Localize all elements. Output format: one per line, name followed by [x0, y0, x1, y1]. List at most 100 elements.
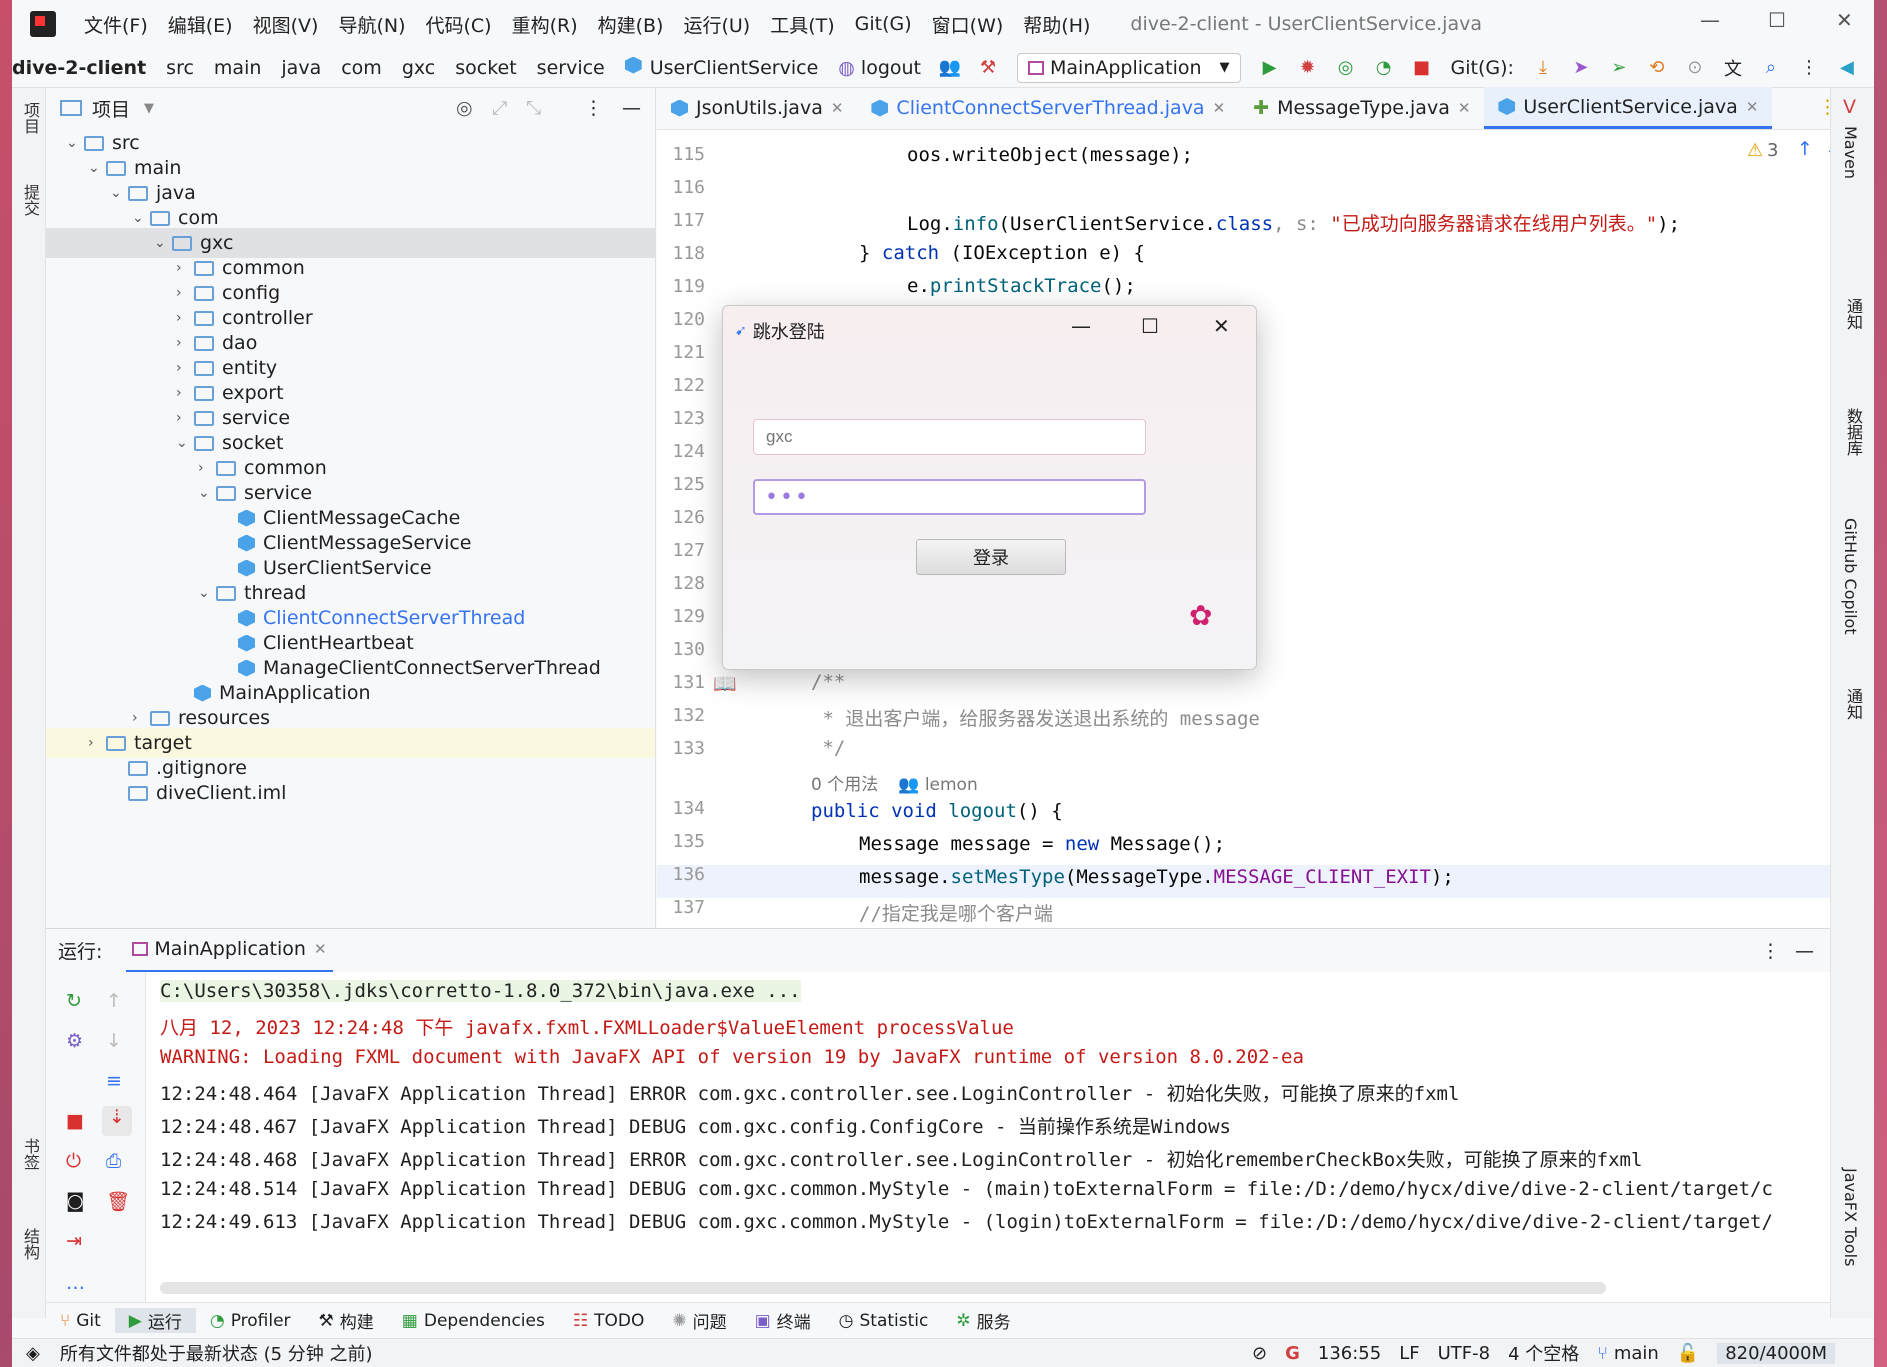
chevron-icon[interactable]: › — [198, 460, 216, 476]
menu-code[interactable]: 代码(C) — [415, 11, 501, 38]
stripe-maven[interactable]: Maven — [1841, 126, 1860, 179]
chevron-icon[interactable]: ⌄ — [66, 135, 84, 151]
chevron-icon[interactable]: › — [176, 335, 194, 351]
tool-tab-dependencies[interactable]: ▦ Dependencies — [388, 1311, 559, 1331]
gear-icon[interactable]: ⚙ — [66, 1030, 83, 1052]
more-icon[interactable]: ⋮ — [1798, 57, 1820, 79]
login-button[interactable]: 登录 — [916, 539, 1066, 575]
close-icon[interactable]: ✕ — [1213, 99, 1226, 117]
lock-icon[interactable]: 🔓 — [1677, 1343, 1699, 1364]
scroll-end-icon[interactable]: ⇣ — [102, 1106, 132, 1136]
username-input[interactable] — [753, 419, 1146, 455]
google-icon[interactable]: G — [1285, 1343, 1300, 1364]
menu-edit[interactable]: 编辑(E) — [158, 11, 243, 38]
caret-position[interactable]: 136:55 — [1318, 1343, 1381, 1364]
stop-icon[interactable]: ■ — [1411, 57, 1433, 79]
file-encoding[interactable]: UTF-8 — [1438, 1343, 1490, 1364]
project-panel-title[interactable]: 项目 — [92, 95, 130, 122]
close-icon[interactable]: ✕ — [314, 940, 327, 958]
close-icon[interactable]: ✕ — [1836, 8, 1853, 32]
chevron-icon[interactable]: ⌄ — [110, 185, 128, 201]
print-icon[interactable]: ⎙ — [106, 1150, 121, 1172]
chevron-icon[interactable]: ⌄ — [176, 435, 194, 451]
trash-icon[interactable]: 🗑 — [106, 1190, 130, 1213]
console-output[interactable]: C:\Users\30358\.jdks\corretto-1.8.0_372\… — [146, 972, 1830, 1302]
git-commit-icon[interactable]: ➢ — [1608, 57, 1630, 79]
breadcrumb-project[interactable]: dive-2-client — [12, 57, 156, 79]
breadcrumb-java[interactable]: java — [271, 57, 331, 79]
wrap-icon[interactable]: ≡ — [106, 1070, 122, 1092]
menu-build[interactable]: 构建(B) — [588, 11, 674, 38]
plug-icon[interactable]: ⏻ — [66, 1150, 81, 1172]
tab-jsonutils[interactable]: JsonUtils.java ✕ — [657, 87, 857, 129]
menu-git[interactable]: Git(G) — [845, 13, 922, 35]
tab-messagetype[interactable]: ✚ MessageType.java ✕ — [1239, 87, 1484, 129]
menu-run[interactable]: 运行(U) — [673, 11, 760, 38]
breadcrumb-method[interactable]: ◍ logout — [828, 57, 931, 79]
tab-userclientservice[interactable]: UserClientService.java ✕ — [1484, 87, 1773, 129]
chevron-icon[interactable]: › — [88, 735, 106, 751]
breadcrumb-gxc[interactable]: gxc — [392, 57, 445, 79]
stripe-notifications[interactable]: 通知 — [1841, 298, 1865, 330]
options-icon[interactable]: ⋮ — [1761, 940, 1780, 962]
rerun-icon[interactable]: ↻ — [66, 990, 82, 1012]
hide-icon[interactable]: — — [1795, 940, 1814, 962]
maximize-icon[interactable]: ☐ — [1141, 314, 1159, 338]
menu-navigate[interactable]: 导航(N) — [328, 11, 415, 38]
maximize-icon[interactable]: ☐ — [1768, 8, 1786, 32]
menu-view[interactable]: 视图(V) — [243, 11, 329, 38]
users-icon[interactable]: 👥 — [939, 57, 961, 79]
tool-tab-profiler[interactable]: ◔ Profiler — [196, 1311, 305, 1331]
chevron-icon[interactable]: ⌄ — [132, 210, 150, 226]
warning-icon[interactable]: ⚠ — [1747, 140, 1763, 161]
stripe-project[interactable]: 项目 — [18, 102, 42, 134]
tool-tab-statistic[interactable]: ◷ Statistic — [825, 1311, 943, 1331]
chevron-down-icon[interactable]: ▼ — [144, 101, 154, 116]
chevron-icon[interactable]: › — [176, 310, 194, 326]
indent-setting[interactable]: 4 个空格 — [1508, 1340, 1579, 1366]
breadcrumb-socket[interactable]: socket — [445, 57, 526, 79]
horizontal-scrollbar[interactable] — [160, 1282, 1606, 1294]
chevron-icon[interactable]: › — [176, 360, 194, 376]
git-branch[interactable]: ⑂ main — [1597, 1343, 1659, 1364]
breadcrumb-src[interactable]: src — [156, 57, 204, 79]
close-icon[interactable]: ✕ — [1458, 99, 1471, 117]
stop-icon[interactable]: ■ — [66, 1110, 84, 1132]
breadcrumb-com[interactable]: com — [331, 57, 392, 79]
stripe-database[interactable]: 数据库 — [1841, 408, 1865, 456]
prev-warning-icon[interactable]: ↑ — [1797, 138, 1813, 160]
menu-file[interactable]: 文件(F) — [74, 11, 158, 38]
close-icon[interactable]: ✕ — [1746, 98, 1759, 116]
menu-window[interactable]: 窗口(W) — [922, 11, 1014, 38]
password-input[interactable]: ••• — [753, 479, 1146, 515]
options-icon[interactable]: ⋮ — [584, 97, 603, 119]
chevron-icon[interactable]: › — [176, 260, 194, 276]
tool-tab-problems[interactable]: ✺ 问题 — [658, 1308, 740, 1334]
stripe-notify[interactable]: 通知 — [1841, 688, 1865, 720]
breadcrumb-class[interactable]: UserClientService — [615, 56, 829, 79]
close-icon[interactable]: ✕ — [831, 99, 844, 117]
stripe-bookmarks[interactable]: 书签 — [18, 1138, 42, 1170]
expand-icon[interactable]: ⤢ — [492, 97, 507, 119]
run-config-select[interactable]: MainApplication ▼ — [1017, 52, 1241, 83]
tool-tab-git[interactable]: ⑂ Git — [46, 1311, 115, 1331]
line-separator[interactable]: LF — [1399, 1343, 1419, 1364]
chevron-icon[interactable]: › — [176, 410, 194, 426]
hide-icon[interactable]: — — [622, 97, 641, 119]
profile-icon[interactable]: ◔ — [1373, 57, 1395, 79]
tool-tab-run[interactable]: ▶ 运行 — [114, 1308, 196, 1333]
translate-icon[interactable]: 文 — [1722, 57, 1744, 80]
stripe-copilot[interactable]: GitHub Copilot — [1841, 518, 1860, 635]
search-icon[interactable]: ⌕ — [1760, 57, 1782, 79]
menu-tools[interactable]: 工具(T) — [760, 11, 844, 38]
git-update-icon[interactable]: ⤓ — [1532, 57, 1554, 79]
down-icon[interactable]: ↓ — [106, 1030, 122, 1052]
git-push-icon[interactable]: ➤ — [1570, 57, 1592, 79]
chevron-icon[interactable]: ⌄ — [198, 585, 216, 601]
rollback-icon[interactable]: ⊙ — [1684, 57, 1706, 79]
run-icon[interactable]: ▶ — [1259, 57, 1281, 79]
close-icon[interactable]: ✕ — [1213, 314, 1230, 338]
menu-help[interactable]: 帮助(H) — [1013, 11, 1100, 38]
minimize-icon[interactable]: — — [1071, 314, 1091, 338]
bookmark-icon[interactable]: 📖 — [713, 672, 737, 695]
